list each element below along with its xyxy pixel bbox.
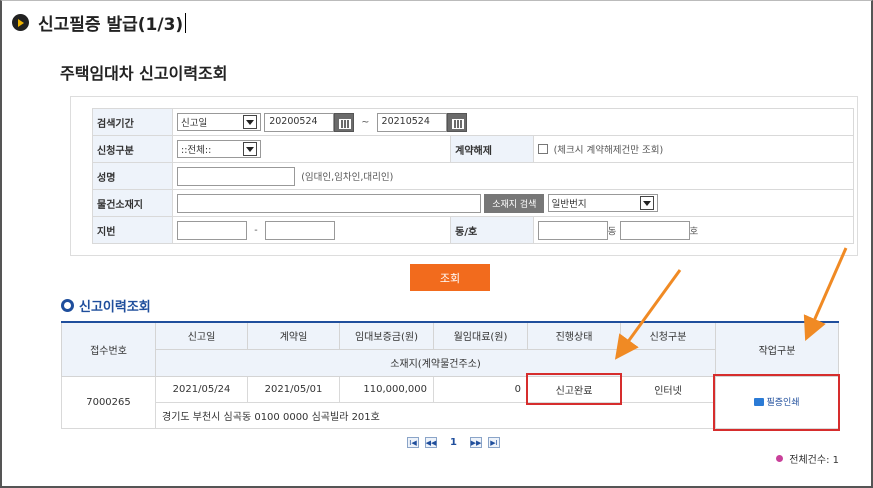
dot-bullet-icon: [776, 455, 784, 462]
first-page-button[interactable]: I◀: [407, 437, 419, 448]
current-page[interactable]: 1: [450, 437, 457, 448]
next-page-button[interactable]: ▶▶: [469, 437, 482, 448]
annotation-arrows: [614, 247, 848, 360]
arrow-to-progress: [614, 269, 682, 360]
total-count: 전체건수: 1: [776, 451, 839, 466]
last-page-button[interactable]: ▶I: [487, 437, 500, 448]
total-count-text: 전체건수: 1: [789, 455, 839, 466]
pagination: I◀ ◀◀ 1 ▶▶ ▶I: [404, 437, 503, 448]
arrow-to-action: [803, 247, 848, 341]
prev-page-button[interactable]: ◀◀: [425, 437, 437, 448]
